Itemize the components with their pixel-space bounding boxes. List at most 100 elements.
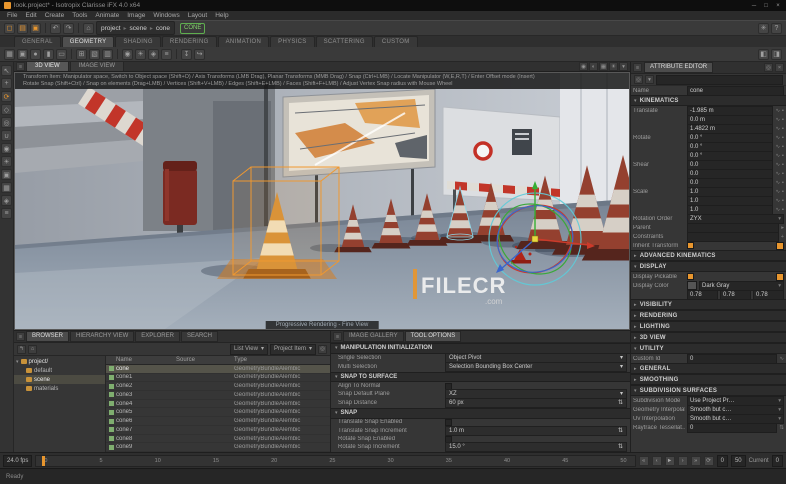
rotate-snap-increment-field[interactable]: 15.0 ° ⇅: [445, 442, 627, 453]
curve-icon[interactable]: ∿: [775, 198, 780, 204]
raytrace-tessellation-field[interactable]: 0: [687, 422, 778, 433]
menu-layout[interactable]: Layout: [184, 12, 212, 19]
minimize-button[interactable]: ─: [750, 2, 758, 10]
step-forward-button[interactable]: ›: [677, 455, 688, 466]
multi-selection-select[interactable]: Selection Bounding Box Center ▾: [445, 362, 627, 373]
rotate-tool-icon[interactable]: ⟳: [1, 91, 12, 102]
section-rendering[interactable]: ▸ RENDERING: [631, 310, 786, 321]
timeline-ruler[interactable]: 0 5 10 15 20 25 30 35 40 45 50: [35, 454, 636, 467]
tab-hierarchy-view[interactable]: HIERARCHY VIEW: [70, 331, 135, 342]
curve-icon[interactable]: ∿: [775, 135, 780, 141]
save-project-icon[interactable]: ▣: [30, 22, 41, 34]
close-panel-icon[interactable]: ×: [775, 63, 784, 72]
section-snap[interactable]: ▾ SNAP: [331, 407, 630, 419]
cylinder-icon[interactable]: ▮: [43, 48, 54, 60]
viewport-grid-icon[interactable]: ▦: [599, 62, 608, 71]
shelf-tab-general[interactable]: GENERAL: [14, 36, 61, 47]
camera-icon[interactable]: ◉: [122, 48, 133, 60]
list-header[interactable]: Name Source Type: [106, 356, 330, 365]
search-icon[interactable]: ◎: [318, 344, 327, 354]
curve-icon[interactable]: ∿: [775, 189, 780, 195]
current-frame-field[interactable]: 0: [771, 454, 783, 467]
section-visibility[interactable]: ▸ VISIBILITY: [631, 299, 786, 310]
menu-help[interactable]: Help: [211, 12, 232, 19]
redo-icon[interactable]: ↷: [63, 22, 74, 34]
menu-tools[interactable]: Tools: [68, 12, 91, 19]
menu-file[interactable]: File: [3, 12, 21, 19]
browse-icon[interactable]: ▸: [781, 225, 784, 231]
section-manipulation-initialization[interactable]: ▾ MANIPULATION INITIALIZATION: [331, 343, 630, 354]
constraints-field[interactable]: [687, 231, 779, 242]
name-field[interactable]: cone: [687, 86, 784, 96]
tab-attribute-editor[interactable]: ATTRIBUTE EDITOR: [644, 62, 714, 73]
table-row[interactable]: cone9 GeometryBundleAlembic: [106, 443, 330, 452]
viewport-menu-icon[interactable]: ≡: [16, 62, 25, 71]
combiner-icon[interactable]: ⊞: [76, 48, 87, 60]
table-row[interactable]: cone3 GeometryBundleAlembic: [106, 391, 330, 400]
tree-item-default[interactable]: default: [14, 366, 105, 375]
section-display[interactable]: ▾ DISPLAY: [631, 261, 786, 272]
tab-image-gallery[interactable]: IMAGE GALLERY: [343, 331, 404, 342]
menu-image[interactable]: Image: [123, 12, 149, 19]
pin-icon[interactable]: ◎: [764, 63, 773, 72]
snap-distance-field[interactable]: 60 px ⇅: [445, 398, 627, 409]
snap-tool-icon[interactable]: ∪: [1, 130, 12, 141]
tab-3d-view[interactable]: 3D VIEW: [26, 61, 69, 71]
keyframe-icon[interactable]: ▪: [782, 171, 784, 177]
polymesh-icon[interactable]: ▦: [4, 48, 15, 60]
new-project-icon[interactable]: ◻: [4, 22, 15, 34]
material-tool-icon[interactable]: ◈: [1, 195, 12, 206]
tab-explorer[interactable]: EXPLORER: [135, 331, 180, 342]
plane-icon[interactable]: ▭: [56, 48, 67, 60]
select-tool-icon[interactable]: ↖: [1, 65, 12, 76]
grid-tool-icon[interactable]: ▦: [1, 182, 12, 193]
tab-image-view[interactable]: IMAGE VIEW: [69, 61, 125, 71]
split-icon[interactable]: ◨: [771, 48, 782, 60]
expand-icon[interactable]: ▾: [16, 359, 19, 365]
table-row[interactable]: cone2 GeometryBundleAlembic: [106, 382, 330, 392]
keyframe-icon[interactable]: ▪: [782, 144, 784, 150]
shelf-tab-scattering[interactable]: SCATTERING: [315, 36, 373, 47]
go-to-start-button[interactable]: «: [638, 455, 649, 466]
keyframe-icon[interactable]: ▪: [782, 117, 784, 123]
end-frame-field[interactable]: 50: [730, 454, 746, 467]
cube-tool-icon[interactable]: ▣: [1, 169, 12, 180]
tree-item-materials[interactable]: materials: [14, 384, 105, 393]
viewport-shading-icon[interactable]: ◐: [589, 62, 598, 71]
tab-search[interactable]: SEARCH: [180, 331, 218, 342]
curve-icon[interactable]: ∿: [775, 162, 780, 168]
color-b-field[interactable]: 0.78: [753, 289, 784, 300]
color-r-field[interactable]: 0.78: [687, 289, 718, 300]
section-smoothing[interactable]: ▸ SMOOTHING: [631, 374, 786, 385]
start-frame-field[interactable]: 0: [716, 454, 728, 467]
attribute-filter-input[interactable]: [656, 74, 783, 85]
playhead[interactable]: [42, 455, 46, 466]
step-back-button[interactable]: ‹: [651, 455, 662, 466]
tree-item-project[interactable]: ▾ project/: [14, 357, 105, 366]
viewport-canvas[interactable]: FILECR .com: [15, 73, 629, 329]
shelf-tab-physics[interactable]: PHYSICS: [270, 36, 315, 47]
keyframe-icon[interactable]: ▪: [782, 180, 784, 186]
display-pickable-checkbox[interactable]: [687, 273, 694, 280]
keyframe-icon[interactable]: ▪: [782, 153, 784, 159]
menu-edit[interactable]: Edit: [21, 12, 40, 19]
keyframe-icon[interactable]: ▪: [782, 108, 784, 114]
stepper-icon[interactable]: ⇅: [618, 399, 623, 407]
viewport-3d[interactable]: FILECR .com Transform Item: Manipulator …: [14, 72, 630, 330]
stepper-icon[interactable]: ⇅: [618, 427, 623, 435]
pivot-tool-icon[interactable]: ◎: [1, 117, 12, 128]
home-icon[interactable]: ⌂: [83, 22, 94, 34]
breadcrumb-project[interactable]: project: [101, 25, 121, 32]
go-to-end-button[interactable]: »: [690, 455, 701, 466]
layers-tool-icon[interactable]: ≡: [1, 208, 12, 219]
curve-icon[interactable]: ∿: [775, 153, 780, 159]
section-utility[interactable]: ▾ UTILITY: [631, 343, 786, 354]
layout-icon[interactable]: ◧: [758, 48, 769, 60]
section-lighting[interactable]: ▸ LIGHTING: [631, 321, 786, 332]
keyframe-indicator[interactable]: [776, 241, 784, 250]
keyframe-indicator[interactable]: [776, 272, 784, 281]
shelf-tab-geometry[interactable]: GEOMETRY: [61, 36, 115, 47]
fps-field[interactable]: 24.0 fps: [3, 454, 33, 467]
menu-animate[interactable]: Animate: [91, 12, 123, 19]
curve-icon[interactable]: ∿: [775, 144, 780, 150]
